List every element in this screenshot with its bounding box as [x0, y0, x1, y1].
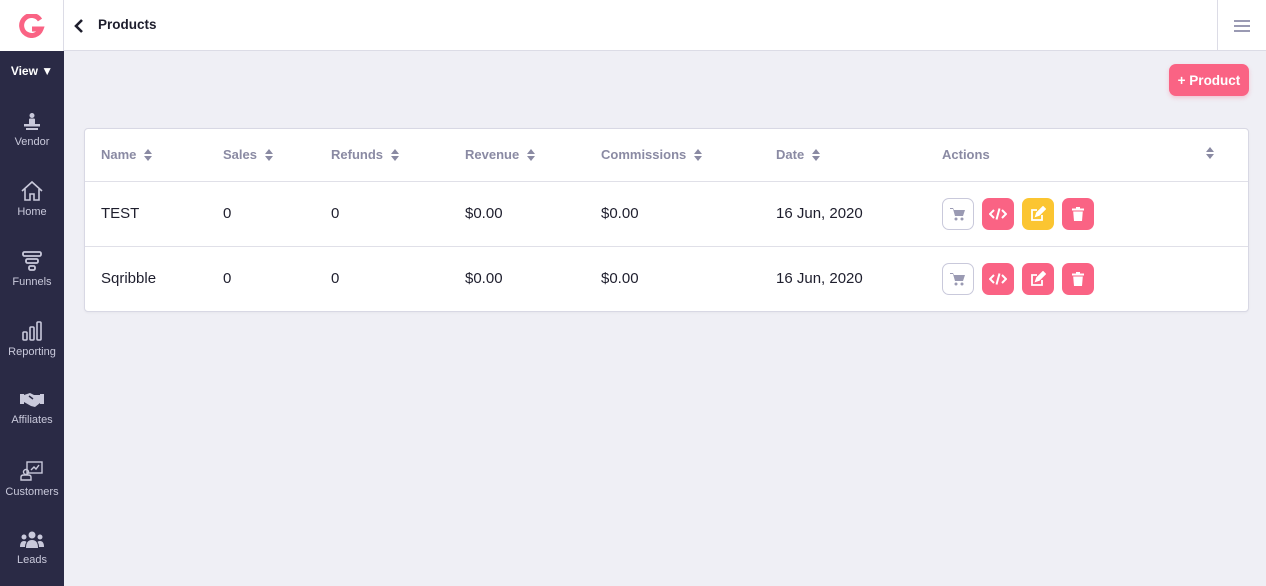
view-label: View [10, 64, 38, 78]
trash-icon [1072, 272, 1084, 286]
cell-sales: 0 [223, 270, 232, 287]
column-header-actions: Actions [942, 147, 990, 162]
checkout-button[interactable] [942, 198, 974, 230]
embed-code-button[interactable] [982, 263, 1014, 295]
edit-button[interactable] [1022, 198, 1054, 230]
row-actions [942, 198, 1094, 230]
row-actions [942, 263, 1094, 295]
sidebar-item-label: Funnels [12, 276, 52, 288]
cell-commissions: $0.00 [601, 270, 639, 287]
cell-refunds: 0 [331, 205, 340, 222]
page-title: Products [98, 17, 157, 32]
sort-icon [694, 148, 703, 161]
home-icon [21, 180, 43, 201]
cell-revenue: $0.00 [465, 205, 503, 222]
column-header-sales[interactable]: Sales [223, 147, 273, 162]
sidebar-item-label: Leads [17, 554, 47, 566]
sort-icon [527, 148, 536, 161]
code-icon [989, 208, 1007, 220]
sort-icon [144, 148, 153, 161]
column-header-date[interactable]: Date [776, 147, 821, 162]
cell-date: 16 Jun, 2020 [776, 205, 863, 222]
sidebar-item-funnels[interactable]: Funnels [0, 250, 64, 288]
column-header-sort-toggle[interactable] [1198, 147, 1214, 159]
handshake-icon [20, 393, 44, 407]
delete-button[interactable] [1062, 263, 1094, 295]
table-row: Sqribble 0 0 $0.00 $0.00 16 Jun, 2020 [85, 247, 1248, 312]
table-row: TEST 0 0 $0.00 $0.00 16 Jun, 2020 [85, 182, 1248, 247]
menu-button[interactable] [1217, 0, 1266, 51]
cart-icon [950, 273, 965, 286]
logo[interactable] [0, 0, 64, 51]
embed-code-button[interactable] [982, 198, 1014, 230]
topbar: Products [64, 0, 1266, 51]
trash-icon [1072, 207, 1084, 221]
edit-icon [1031, 271, 1046, 286]
checkout-button[interactable] [942, 263, 974, 295]
cell-name: Sqribble [101, 270, 157, 287]
column-header-commissions[interactable]: Commissions [601, 147, 703, 162]
sidebar: View ▼ Vendor Home Funnels Reporting Aff… [0, 0, 64, 586]
funnel-icon [22, 251, 42, 271]
sidebar-item-label: Affiliates [11, 414, 53, 426]
chevron-left-icon [74, 19, 83, 33]
customers-icon [20, 461, 43, 481]
sort-icon [812, 148, 821, 161]
cell-commissions: $0.00 [601, 205, 639, 222]
caret-down-icon: ▼ [41, 64, 54, 78]
sort-icon [1206, 147, 1214, 159]
delete-button[interactable] [1062, 198, 1094, 230]
code-icon [989, 273, 1007, 285]
hamburger-icon [1234, 19, 1250, 32]
sidebar-item-label: Customers [5, 486, 59, 498]
bar-chart-icon [22, 321, 42, 341]
sidebar-item-affiliates[interactable]: Affiliates [0, 390, 64, 426]
cell-revenue: $0.00 [465, 270, 503, 287]
vendor-icon [24, 113, 40, 130]
sidebar-item-label: Vendor [14, 136, 50, 148]
table-header: Name Sales Refunds Revenue Commissions D… [85, 129, 1248, 182]
sidebar-item-label: Reporting [8, 346, 56, 358]
back-button[interactable] [72, 17, 88, 35]
products-table: Name Sales Refunds Revenue Commissions D… [84, 128, 1249, 312]
g-logo-icon [18, 13, 45, 38]
column-header-revenue[interactable]: Revenue [465, 147, 536, 162]
sidebar-item-leads[interactable]: Leads [0, 530, 64, 566]
column-header-refunds[interactable]: Refunds [331, 147, 399, 162]
cell-name: TEST [101, 205, 140, 222]
cell-refunds: 0 [331, 270, 340, 287]
view-toggle[interactable]: View ▼ [0, 64, 64, 78]
add-product-button[interactable]: + Product [1169, 64, 1249, 96]
sidebar-item-reporting[interactable]: Reporting [0, 320, 64, 358]
column-header-name[interactable]: Name [101, 147, 153, 162]
cell-sales: 0 [223, 205, 232, 222]
sidebar-item-customers[interactable]: Customers [0, 460, 64, 498]
cell-date: 16 Jun, 2020 [776, 270, 863, 287]
users-icon [20, 531, 44, 548]
edit-button[interactable] [1022, 263, 1054, 295]
edit-icon [1031, 206, 1046, 221]
sort-icon [264, 148, 273, 161]
sidebar-item-vendor[interactable]: Vendor [0, 112, 64, 148]
sidebar-item-home[interactable]: Home [0, 180, 64, 218]
sort-icon [391, 148, 399, 161]
cart-icon [950, 208, 965, 221]
sidebar-item-label: Home [17, 206, 47, 218]
